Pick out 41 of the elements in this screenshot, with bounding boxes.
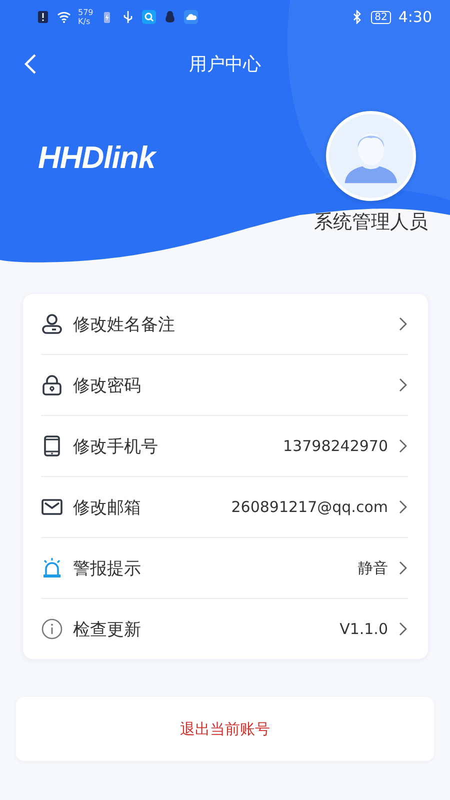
settings-item[interactable]: 检查更新 V1.1.0 — [41, 599, 408, 659]
settings-item[interactable]: 修改邮箱 260891217@qq.com — [41, 477, 408, 538]
clock: 4:30 — [398, 8, 432, 26]
search-icon — [142, 10, 156, 24]
lock-icon — [41, 374, 63, 396]
wifi-icon — [57, 10, 71, 24]
alert-icon — [36, 10, 50, 24]
settings-item[interactable]: 修改手机号 13798242970 — [41, 416, 408, 477]
alarm-icon — [41, 557, 63, 579]
item-value: 13798242970 — [283, 437, 388, 455]
item-label: 修改邮箱 — [73, 496, 142, 518]
settings-item[interactable]: 修改姓名备注 — [41, 294, 408, 355]
user-name: 系统管理人员 — [314, 210, 428, 235]
speed-unit: K/s — [78, 17, 92, 26]
info-icon — [41, 618, 63, 640]
chevron-icon — [398, 377, 408, 393]
logo: HHDlink — [38, 140, 156, 177]
battery-indicator: 82 — [370, 10, 392, 24]
chevron-icon — [398, 560, 408, 576]
item-label: 检查更新 — [73, 618, 142, 640]
person-icon — [41, 313, 63, 335]
page-title: 用户中心 — [189, 53, 261, 76]
item-label: 修改姓名备注 — [73, 314, 176, 336]
logout-button[interactable]: 退出当前账号 — [16, 697, 434, 761]
cloud-icon — [184, 10, 198, 24]
settings-item[interactable]: 警报提示 静音 — [41, 538, 408, 599]
item-label: 修改手机号 — [73, 436, 159, 458]
chevron-icon — [398, 438, 408, 454]
item-value: 静音 — [358, 558, 388, 578]
chevron-icon — [398, 499, 408, 515]
phone-icon — [41, 435, 63, 457]
network-speed: 579 — [78, 8, 94, 17]
chevron-icon — [398, 621, 408, 637]
item-label: 警报提示 — [73, 558, 142, 580]
item-value: V1.1.0 — [340, 620, 388, 638]
item-label: 修改密码 — [73, 374, 142, 396]
item-value: 260891217@qq.com — [231, 498, 388, 516]
mail-icon — [41, 496, 63, 518]
chevron-icon — [398, 316, 408, 332]
penguin-icon — [163, 10, 178, 24]
settings-item[interactable]: 修改密码 — [41, 355, 408, 416]
